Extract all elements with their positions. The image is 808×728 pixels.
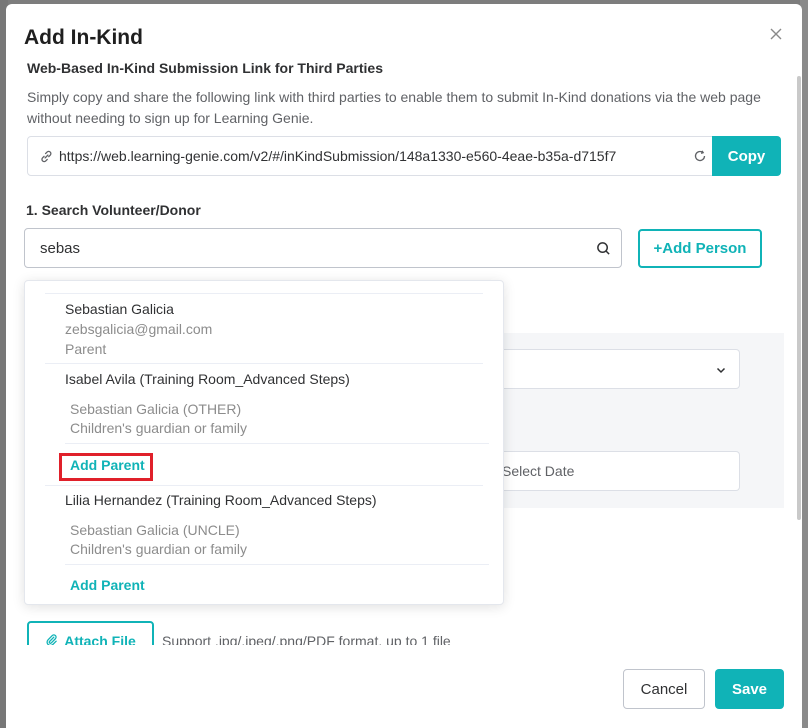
search-icon[interactable]	[596, 241, 611, 256]
dialog-title: Add In-Kind	[24, 26, 143, 49]
copy-button[interactable]: Copy	[712, 136, 781, 176]
add-in-kind-dialog: Add In-Kind Web-Based In-Kind Submission…	[6, 4, 802, 728]
submission-link-url: https://web.learning-genie.com/v2/#/inKi…	[59, 148, 617, 164]
add-person-button[interactable]: +Add Person	[638, 229, 762, 268]
highlight-box	[59, 453, 153, 481]
divider	[65, 564, 489, 565]
form-select[interactable]	[486, 349, 740, 389]
scrollbar[interactable]	[797, 76, 801, 520]
refresh-icon[interactable]	[693, 149, 707, 163]
divider	[65, 443, 489, 444]
guardian-role: Children's guardian or family	[70, 541, 247, 557]
divider	[45, 485, 483, 486]
divider	[45, 363, 483, 364]
child-name: Isabel Avila (Training Room_Advanced Ste…	[65, 371, 350, 387]
result-role: Parent	[65, 341, 107, 357]
submission-link-field[interactable]: https://web.learning-genie.com/v2/#/inKi…	[27, 136, 713, 176]
save-button[interactable]: Save	[715, 669, 784, 709]
search-results-dropdown: Sebastian Galicia zebsgalicia@gmail.com …	[24, 280, 504, 605]
guardian-name: Sebastian Galicia (UNCLE)	[70, 522, 240, 538]
chevron-down-icon	[715, 363, 727, 375]
date-picker[interactable]: Select Date	[486, 451, 740, 491]
guardian-name: Sebastian Galicia (OTHER)	[70, 401, 242, 417]
link-section-description: Simply copy and share the following link…	[27, 89, 761, 126]
link-section-title: Web-Based In-Kind Submission Link for Th…	[27, 60, 384, 76]
search-value: sebas	[40, 239, 81, 257]
search-label: 1. Search Volunteer/Donor	[26, 202, 201, 218]
divider	[45, 293, 483, 294]
result-email: zebsgalicia@gmail.com	[65, 321, 213, 337]
child-name: Lilia Hernandez (Training Room_Advanced …	[65, 492, 377, 508]
close-icon[interactable]	[768, 26, 784, 42]
link-icon	[40, 150, 53, 163]
date-placeholder: Select Date	[502, 463, 575, 479]
search-input[interactable]: sebas	[24, 228, 622, 268]
result-name: Sebastian Galicia	[65, 301, 174, 317]
add-parent-link[interactable]: Add Parent	[70, 577, 145, 593]
cancel-button[interactable]: Cancel	[623, 669, 705, 709]
guardian-role: Children's guardian or family	[70, 420, 247, 436]
